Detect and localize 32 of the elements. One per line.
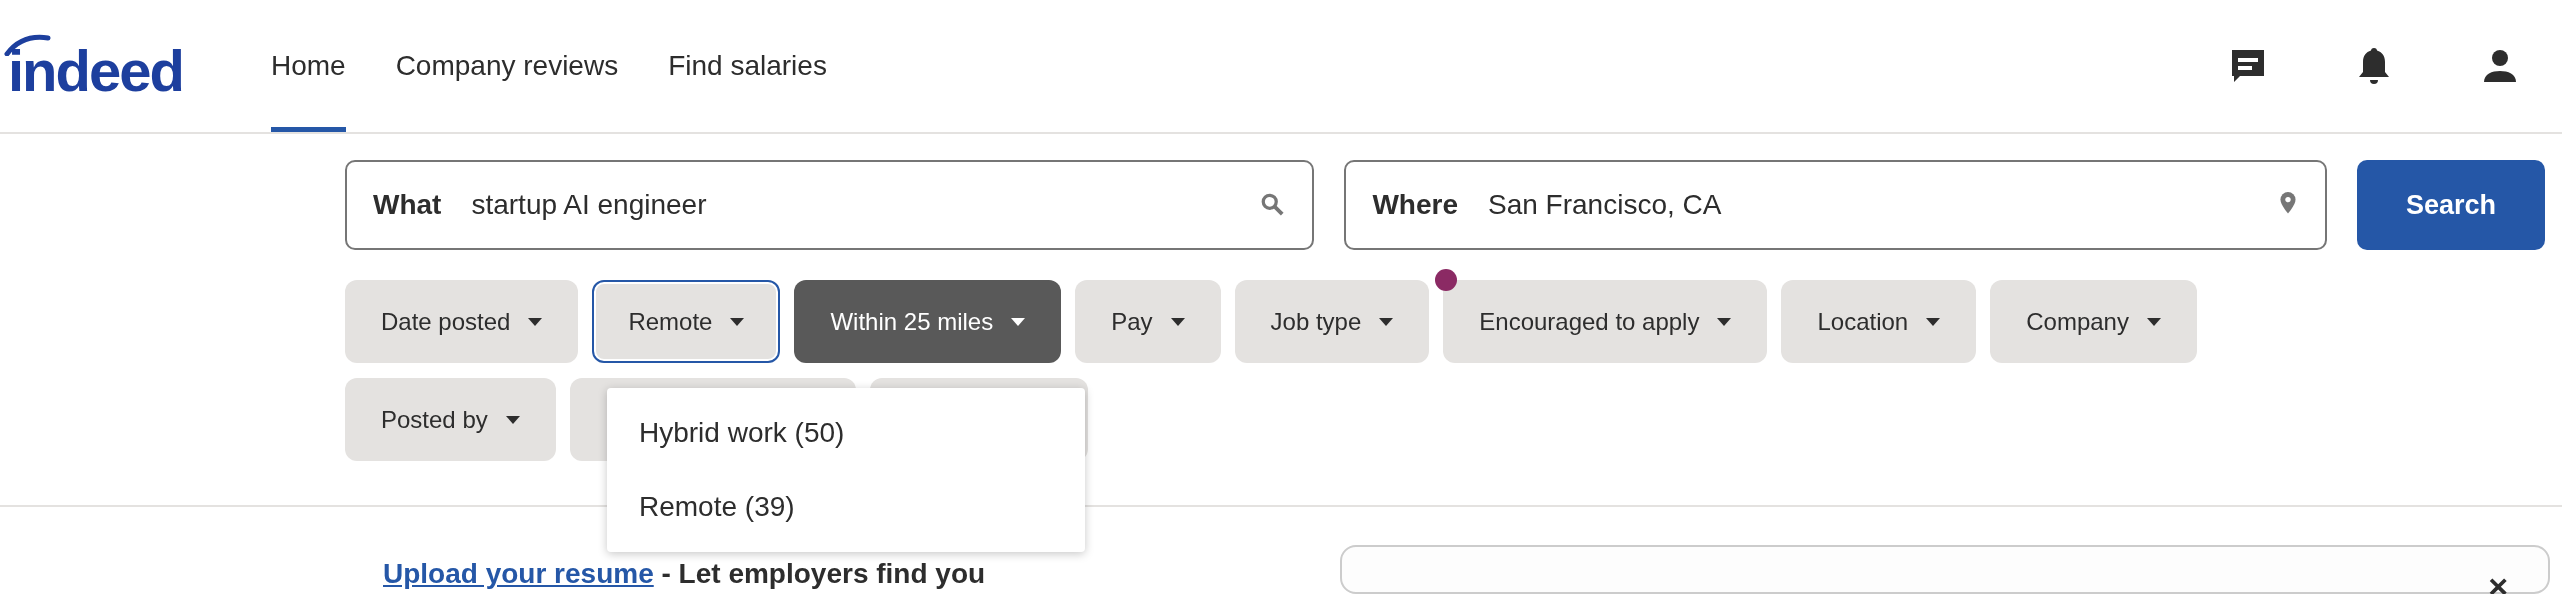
caret-icon <box>2146 317 2161 326</box>
caret-icon <box>730 317 745 326</box>
where-field[interactable]: Where San Francisco, CA <box>1344 160 2327 250</box>
filter-button[interactable]: Location <box>1781 280 1977 363</box>
search-button[interactable]: Search <box>2357 160 2545 250</box>
what-field[interactable]: What startup AI engineer <box>345 160 1315 250</box>
filter-button[interactable]: Job type <box>1234 280 1430 363</box>
filter-button[interactable]: Encouraged to apply <box>1443 280 1768 363</box>
nav-tab[interactable]: Company reviews <box>395 0 619 132</box>
dropdown-option[interactable]: Remote (39) <box>607 470 1085 544</box>
filter-button[interactable]: Remote <box>592 280 781 363</box>
prompt-text: - Let employers find you <box>660 558 986 589</box>
filter-button[interactable]: Pay <box>1075 280 1221 363</box>
caret-icon <box>1011 317 1026 326</box>
field-label: What <box>373 188 442 222</box>
where-input[interactable]: San Francisco, CA <box>1488 184 2277 226</box>
dropdown-option[interactable]: Hybrid work (50) <box>607 396 1085 470</box>
caret-icon <box>1926 317 1941 326</box>
field-label: Where <box>1372 188 1458 222</box>
caret-icon <box>528 317 543 326</box>
nav-tab[interactable]: Home <box>270 0 346 132</box>
filter-button[interactable]: Posted by <box>345 378 556 461</box>
caret-icon <box>1379 317 1394 326</box>
what-input[interactable]: startup AI engineer <box>471 184 1261 226</box>
filter-button[interactable]: Company <box>1990 280 2197 363</box>
caret-icon <box>1717 317 1732 326</box>
nav-tab[interactable]: Find salaries <box>668 0 827 132</box>
upload-resume-link[interactable]: Upload your resume <box>383 558 654 589</box>
filter-button[interactable]: Date posted <box>345 280 579 363</box>
caret-icon <box>1170 317 1185 326</box>
filter-button[interactable]: Within 25 miles <box>794 280 1062 363</box>
caret-icon <box>505 415 520 424</box>
